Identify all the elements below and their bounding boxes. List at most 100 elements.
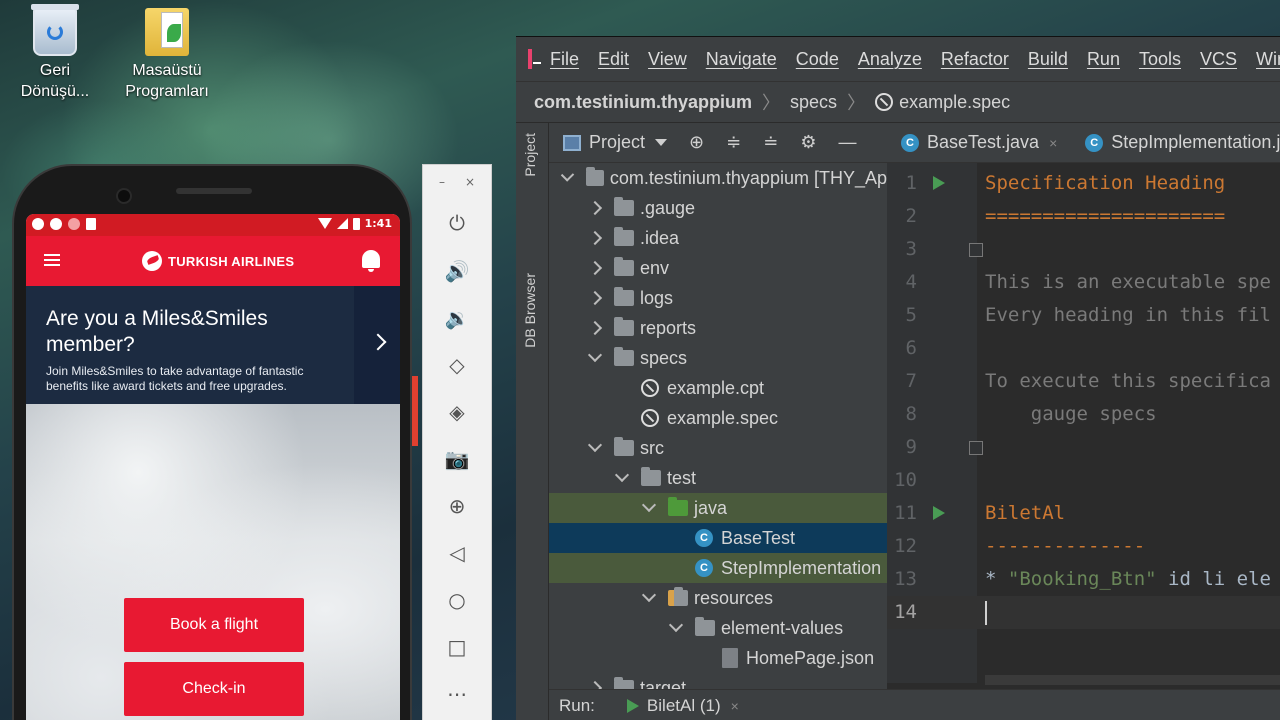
rotate-left-icon[interactable]: ◇ [443,351,471,379]
code-line[interactable]: 12 -------------- [887,530,1280,563]
tree-item[interactable]: C BaseTest [549,523,887,553]
expand-all-icon[interactable]: ≑ [726,132,741,153]
book-flight-button[interactable]: Book a flight [124,598,304,652]
run-gutter-icon[interactable] [933,506,945,520]
phone-side-button[interactable] [412,376,418,446]
code-line[interactable]: 14 [887,596,1280,629]
zoom-icon[interactable]: ⊕ [443,492,471,520]
rotate-right-icon[interactable]: ◈ [443,398,471,426]
locate-icon[interactable]: ⊕ [689,132,704,153]
tree-item[interactable]: logs [549,283,887,313]
close-icon[interactable]: × [731,698,739,714]
check-in-button[interactable]: Check-in [124,662,304,716]
chevron-right-icon[interactable] [587,230,603,246]
tree-item[interactable]: env [549,253,887,283]
gear-icon[interactable]: ⚙ [800,132,816,153]
tree-item[interactable]: resources [549,583,887,613]
menu-refactor[interactable]: Refactor [941,49,1009,70]
miles-smiles-banner[interactable]: Are you a Miles&Smiles member? Join Mile… [26,286,400,404]
tree-item[interactable]: example.cpt [549,373,887,403]
code-line[interactable]: 3 [887,233,1280,266]
chevron-down-icon[interactable] [641,497,657,513]
volume-down-icon[interactable]: 🔉 [443,304,471,332]
code-line[interactable]: 2 ===================== [887,200,1280,233]
code-line[interactable]: 8 gauge specs [887,398,1280,431]
code-line[interactable]: 7 To execute this specifica [887,365,1280,398]
menu-icon[interactable] [44,254,60,266]
tree-item[interactable]: HomePage.json [549,643,887,673]
collapse-all-icon[interactable]: ≐ [763,132,778,153]
back-icon[interactable]: ◁ [443,539,471,567]
chevron-down-icon[interactable] [587,347,603,363]
fold-marker-icon[interactable] [969,243,983,257]
tree-item[interactable]: test [549,463,887,493]
tab-project[interactable]: Project [522,133,538,177]
code-line[interactable]: 11 BiletAl [887,497,1280,530]
chevron-right-icon[interactable] [587,320,603,336]
emulator-toolbar: – × ⏻ 🔊 🔉 ◇ ◈ 📷 ⊕ ◁ ○ □ ⋯ [422,164,492,720]
breadcrumb-project[interactable]: com.testinium.thyappium [534,92,752,113]
tree-item[interactable]: reports [549,313,887,343]
menu-file[interactable]: File [550,49,579,70]
run-config-tab[interactable]: BiletAl (1) [647,696,721,716]
code-line[interactable]: 5 Every heading in this fil [887,299,1280,332]
tree-item[interactable]: .gauge [549,193,887,223]
horizontal-scrollbar[interactable] [985,675,1280,685]
more-icon[interactable]: ⋯ [443,680,471,708]
menu-window[interactable]: Win [1256,49,1280,70]
close-icon[interactable]: × [1049,135,1057,151]
volume-up-icon[interactable]: 🔊 [443,257,471,285]
desktop-icon-recycle-bin[interactable]: Geri Dönüşü... [10,4,100,102]
tree-item[interactable]: java [549,493,887,523]
breadcrumb-folder[interactable]: specs [790,92,837,113]
breadcrumb-file[interactable]: example.spec [899,92,1010,113]
tree-item[interactable]: com.testinium.thyappium [THY_Ap [549,163,887,193]
menu-build[interactable]: Build [1028,49,1068,70]
camera-icon[interactable]: 📷 [443,445,471,473]
power-icon[interactable]: ⏻ [443,209,471,237]
chevron-down-icon[interactable] [614,467,630,483]
chevron-down-icon[interactable] [587,437,603,453]
code-line[interactable]: 9 [887,431,1280,464]
chevron-down-icon[interactable] [560,168,575,182]
menu-run[interactable]: Run [1087,49,1120,70]
menu-analyze[interactable]: Analyze [858,49,922,70]
project-title[interactable]: Project [589,132,645,153]
tree-item[interactable]: example.spec [549,403,887,433]
minimize-button[interactable]: – [439,175,445,189]
code-line[interactable]: 4 This is an executable spe [887,266,1280,299]
chevron-down-icon[interactable] [641,587,657,603]
code-line[interactable]: 10 [887,464,1280,497]
tab-basetest[interactable]: C BaseTest.java × [887,123,1071,162]
code-line[interactable]: 6 [887,332,1280,365]
menu-tools[interactable]: Tools [1139,49,1181,70]
menu-view[interactable]: View [648,49,687,70]
run-gutter-icon[interactable] [933,176,945,190]
fold-marker-icon[interactable] [969,441,983,455]
tree-item[interactable]: src [549,433,887,463]
desktop-icon-programs[interactable]: Masaüstü Programları [122,8,212,102]
code-line[interactable]: 13 * "Booking_Btn" id li ele [887,563,1280,596]
tree-item[interactable]: element-values [549,613,887,643]
tree-item[interactable]: specs [549,343,887,373]
tab-db-browser[interactable]: DB Browser [522,273,538,348]
chevron-down-icon[interactable] [668,617,684,633]
phone-screen[interactable]: 1:41 TURKISH AIRLINES Are you a Miles&Sm… [26,214,400,720]
close-button[interactable]: × [465,175,475,189]
tree-item[interactable]: C StepImplementation [549,553,887,583]
overview-icon[interactable]: □ [443,633,471,661]
chevron-down-icon[interactable] [655,139,668,146]
menu-navigate[interactable]: Navigate [706,49,777,70]
menu-edit[interactable]: Edit [598,49,629,70]
home-icon[interactable]: ○ [443,586,471,614]
chevron-right-icon[interactable] [587,260,603,276]
hide-icon[interactable]: — [838,132,856,153]
tree-item[interactable]: .idea [549,223,887,253]
chevron-right-icon[interactable] [587,290,603,306]
menu-vcs[interactable]: VCS [1200,49,1237,70]
notifications-bell-icon[interactable] [362,250,380,272]
menu-code[interactable]: Code [796,49,839,70]
chevron-right-icon[interactable] [587,200,603,216]
code-line[interactable]: 1 Specification Heading [887,167,1280,200]
tab-stepimplementation[interactable]: C StepImplementation.j [1071,123,1280,162]
